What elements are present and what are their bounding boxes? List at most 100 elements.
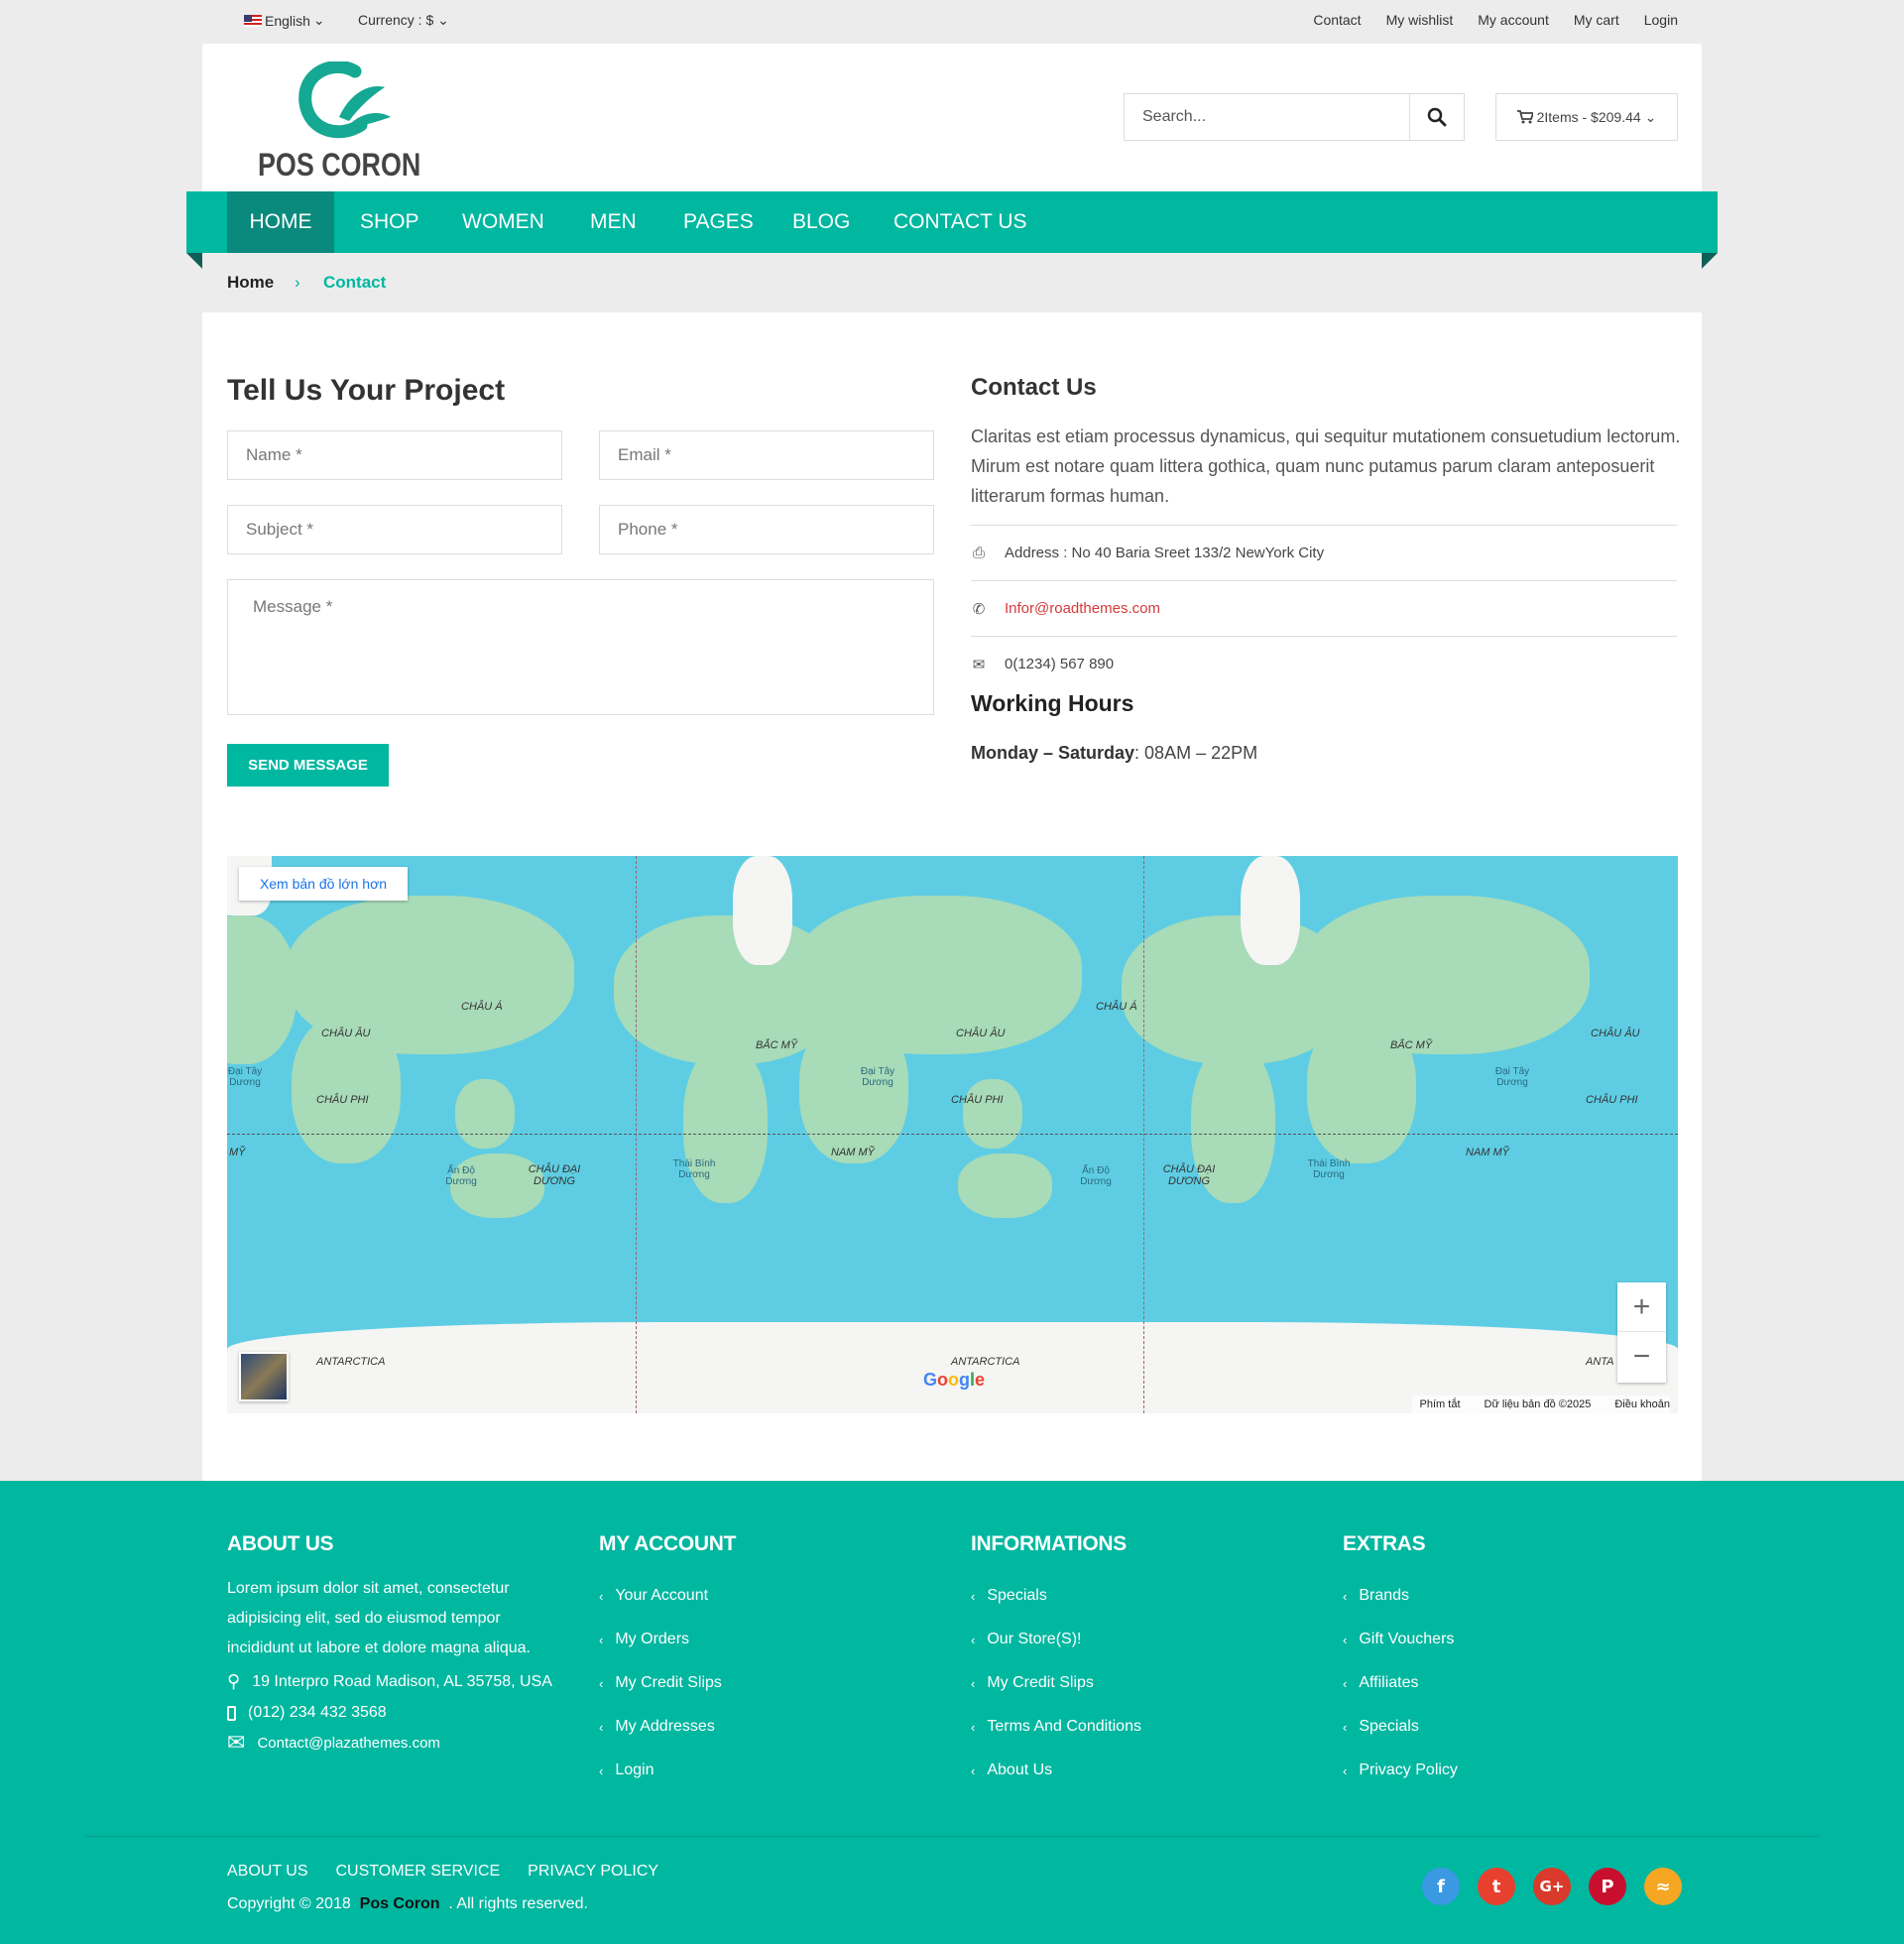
footer-link[interactable]: ‹ My Credit Slips	[599, 1661, 736, 1705]
email-row: ✆ Infor@roadthemes.com	[971, 580, 1677, 636]
working-hours-title: Working Hours	[971, 690, 1134, 716]
send-message-button[interactable]: SEND MESSAGE	[227, 744, 389, 787]
map-dateline	[1143, 856, 1144, 1413]
footer-link[interactable]: ‹ My Credit Slips	[971, 1661, 1141, 1705]
footer-link[interactable]: ‹ My Addresses	[599, 1705, 736, 1749]
email-field[interactable]: Email *	[599, 430, 934, 480]
social-links: f t G+ P ≈	[1422, 1868, 1682, 1905]
phone-row: ✉ 0(1234) 567 890	[971, 636, 1677, 691]
subject-field[interactable]: Subject *	[227, 505, 562, 554]
nav-women[interactable]: WOMEN	[462, 191, 544, 253]
footer-about-text: Lorem ipsum dolor sit amet, consectetur …	[227, 1580, 531, 1656]
message-field[interactable]: Message *	[227, 579, 934, 715]
footer-link[interactable]: ‹ Affiliates	[1343, 1661, 1458, 1705]
map-ocean-label: Thái Bình Dương	[672, 1158, 716, 1180]
phone-text: 0(1234) 567 890	[1005, 656, 1115, 672]
zoom-out-button[interactable]: −	[1617, 1332, 1666, 1382]
footer-link[interactable]: ‹ Specials	[971, 1574, 1141, 1618]
nav-pages[interactable]: PAGES	[683, 191, 754, 253]
nav-men[interactable]: MEN	[590, 191, 637, 253]
nav-blog[interactable]: BLOG	[792, 191, 850, 253]
facebook-icon[interactable]: f	[1422, 1868, 1460, 1905]
breadcrumb: Home › Contact	[202, 253, 1702, 312]
name-field[interactable]: Name *	[227, 430, 562, 480]
footer-link[interactable]: ‹ Gift Vouchers	[1343, 1618, 1458, 1661]
pinterest-icon[interactable]: P	[1589, 1868, 1626, 1905]
map-terms-link[interactable]: Điều khoản	[1614, 1398, 1670, 1410]
top-link-cart[interactable]: My cart	[1574, 12, 1619, 28]
map-ocean-label: Đại Tây Dương	[860, 1066, 895, 1088]
footer-phone: (012) 234 432 3568	[227, 1704, 564, 1722]
map-africa-land	[1307, 1015, 1416, 1163]
footer-link[interactable]: ‹ About Us	[971, 1749, 1141, 1792]
footer-bottom-privacy[interactable]: PRIVACY POLICY	[528, 1863, 658, 1881]
footer-bottom-service[interactable]: CUSTOMER SERVICE	[336, 1863, 501, 1881]
rss-icon[interactable]: ≈	[1644, 1868, 1682, 1905]
view-larger-map-link[interactable]: Xem bản đồ lớn hơn	[239, 867, 408, 901]
map-label: NAM MỸ	[831, 1147, 875, 1158]
top-link-account[interactable]: My account	[1478, 12, 1549, 28]
footer-email-link[interactable]: Contact@plazathemes.com	[257, 1735, 439, 1752]
map-label: MỸ	[229, 1147, 246, 1158]
google-map[interactable]: CHÂU Á CHÂU ÂU CHÂU PHI CHÂU ĐẠI DƯƠNG B…	[227, 856, 1678, 1413]
footer-link[interactable]: ‹ Login	[599, 1749, 736, 1792]
search-button[interactable]	[1409, 94, 1464, 140]
map-equator-line	[227, 1134, 1678, 1135]
us-flag-icon	[244, 14, 262, 27]
map-label: CHÂU PHI	[951, 1094, 1004, 1106]
google-plus-icon[interactable]: G+	[1533, 1868, 1571, 1905]
map-label: BẮC MỸ	[756, 1039, 798, 1051]
cart-button[interactable]: 2Items - $209.44 ⌄	[1495, 93, 1678, 141]
copyright-brand[interactable]: Pos Coron	[360, 1895, 440, 1912]
footer-link[interactable]: ‹ Our Store(S)!	[971, 1618, 1141, 1661]
google-logo: Google	[923, 1370, 986, 1390]
phone-field[interactable]: Phone *	[599, 505, 934, 554]
search-box: Search...	[1124, 93, 1465, 141]
top-link-contact[interactable]: Contact	[1313, 12, 1361, 28]
chevron-down-icon: ⌄	[312, 12, 325, 28]
footer-link[interactable]: ‹ Terms And Conditions	[971, 1705, 1141, 1749]
footer-link[interactable]: ‹ Your Account	[599, 1574, 736, 1618]
map-ocean-label: Ấn Độ Dương	[445, 1165, 477, 1187]
map-label: CHÂU ÂU	[1591, 1028, 1640, 1039]
twitter-icon[interactable]: t	[1478, 1868, 1515, 1905]
footer-link[interactable]: ‹ Specials	[1343, 1705, 1458, 1749]
contact-title: Contact Us	[971, 374, 1097, 401]
search-input[interactable]: Search...	[1125, 94, 1409, 140]
chevron-left-icon: ‹	[971, 1762, 976, 1778]
map-greenland-ice	[1241, 856, 1300, 965]
footer-divider	[85, 1836, 1819, 1837]
footer-link[interactable]: ‹ Privacy Policy	[1343, 1749, 1458, 1792]
satellite-toggle-button[interactable]	[239, 1352, 289, 1401]
working-time: : 08AM – 22PM	[1134, 743, 1258, 763]
footer-address: ⚲ 19 Interpro Road Madison, AL 35758, US…	[227, 1671, 564, 1692]
footer-link[interactable]: ‹ Brands	[1343, 1574, 1458, 1618]
top-link-login[interactable]: Login	[1644, 12, 1678, 28]
chevron-left-icon: ‹	[971, 1675, 976, 1691]
map-shortcuts-link[interactable]: Phím tắt	[1420, 1398, 1461, 1410]
nav-shop[interactable]: SHOP	[360, 191, 419, 253]
breadcrumb-home[interactable]: Home	[227, 273, 274, 293]
map-label: CHÂU ÂU	[321, 1028, 371, 1039]
footer-bottom-about[interactable]: ABOUT US	[227, 1863, 308, 1881]
breadcrumb-separator-icon: ›	[295, 273, 300, 292]
mobile-icon	[227, 1705, 236, 1721]
footer-link-label: Affiliates	[1359, 1674, 1419, 1691]
site-logo[interactable]: POS CORON	[258, 61, 426, 182]
copyright-post: . All rights reserved.	[448, 1895, 588, 1912]
nav-fold-right	[1702, 253, 1718, 269]
footer-link[interactable]: ‹ My Orders	[599, 1618, 736, 1661]
chevron-left-icon: ‹	[1343, 1675, 1348, 1691]
cart-label: 2Items - $209.44	[1536, 109, 1641, 125]
chevron-left-icon: ‹	[599, 1762, 604, 1778]
map-greenland-ice	[733, 856, 792, 965]
email-link[interactable]: Infor@roadthemes.com	[1005, 600, 1160, 617]
top-link-wishlist[interactable]: My wishlist	[1386, 12, 1454, 28]
currency-selector[interactable]: Currency : $ ⌄	[358, 12, 449, 29]
site-header: POS CORON Search... 2Items - $209.44 ⌄	[202, 44, 1702, 191]
nav-home[interactable]: HOME	[227, 191, 334, 253]
nav-contact-us[interactable]: CONTACT US	[893, 191, 1027, 253]
footer-informations: INFORMATIONS ‹ Specials ‹ Our Store(S)! ‹ M…	[971, 1532, 1141, 1792]
language-selector[interactable]: English ⌄	[244, 12, 325, 29]
zoom-in-button[interactable]: +	[1617, 1282, 1666, 1332]
